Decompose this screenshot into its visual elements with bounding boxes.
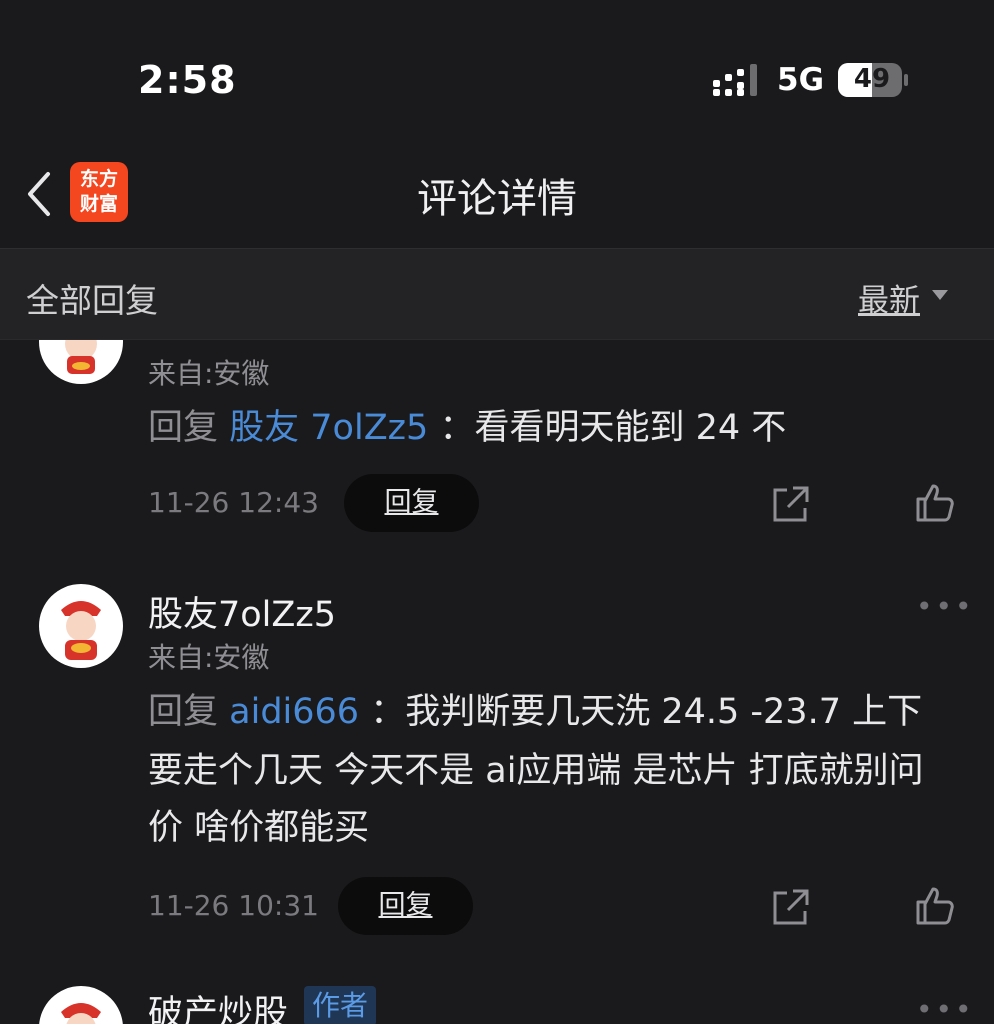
username[interactable]: 破产炒股 bbox=[148, 985, 288, 1024]
reply-button[interactable]: 回复 bbox=[338, 877, 473, 935]
reply-text-line-2: 要走个几天 今天不是 ai应用端 是芯片 打底就别问 bbox=[148, 751, 924, 791]
fortune-god-icon bbox=[61, 1003, 101, 1024]
sort-dropdown[interactable]: 最新 bbox=[858, 275, 920, 320]
reply-button[interactable]: 回复 bbox=[344, 474, 479, 532]
reply-prefix: 回复 bbox=[148, 692, 219, 732]
signal-strength-icon bbox=[713, 64, 757, 96]
reply-text-line-3: 价 啥价都能买 bbox=[148, 808, 370, 848]
fortune-god-icon bbox=[65, 340, 97, 374]
page-title: 评论详情 bbox=[417, 176, 577, 222]
reply-target-link[interactable]: aidi666 bbox=[229, 692, 359, 732]
avatar[interactable] bbox=[39, 986, 123, 1024]
battery-level: 49 bbox=[853, 64, 891, 94]
share-icon[interactable] bbox=[769, 484, 811, 526]
location-label: 来自:安徽 bbox=[148, 641, 270, 674]
avatar[interactable] bbox=[39, 340, 123, 384]
reply-text: ：看看明天能到 24 不 bbox=[439, 408, 787, 448]
timestamp: 11-26 10:31 bbox=[148, 889, 319, 922]
fortune-god-icon bbox=[61, 601, 101, 660]
share-icon[interactable] bbox=[769, 887, 811, 929]
reply-prefix: 回复 bbox=[148, 408, 219, 448]
reply-text: ：我判断要几天洗 24.5 -23.7 上下 bbox=[370, 692, 923, 732]
status-time: 2:58 bbox=[138, 58, 237, 102]
location-label: 来自:安徽 bbox=[148, 357, 270, 390]
avatar[interactable] bbox=[39, 584, 123, 668]
thumbs-up-icon[interactable] bbox=[914, 885, 956, 927]
timestamp: 11-26 12:43 bbox=[148, 486, 319, 519]
network-type: 5G bbox=[777, 62, 825, 98]
caret-down-icon[interactable] bbox=[932, 290, 948, 300]
all-replies-label: 全部回复 bbox=[26, 281, 158, 320]
reply-content: 回复 股友 7olZz5 ：看看明天能到 24 不 bbox=[148, 399, 786, 457]
more-options-icon[interactable]: ••• bbox=[916, 993, 975, 1024]
author-badge: 作者 bbox=[304, 986, 377, 1024]
comment-list[interactable]: 来自:安徽 回复 股友 7olZz5 ：看看明天能到 24 不 11-26 12… bbox=[0, 340, 994, 1024]
reply-target-link[interactable]: 股友 7olZz5 bbox=[229, 408, 428, 448]
thumbs-up-icon[interactable] bbox=[914, 482, 956, 524]
username[interactable]: 股友7olZz5 bbox=[148, 586, 336, 637]
more-options-icon[interactable]: ••• bbox=[916, 590, 975, 623]
reply-content: 回复 aidi666 ：我判断要几天洗 24.5 -23.7 上下 bbox=[148, 683, 922, 741]
